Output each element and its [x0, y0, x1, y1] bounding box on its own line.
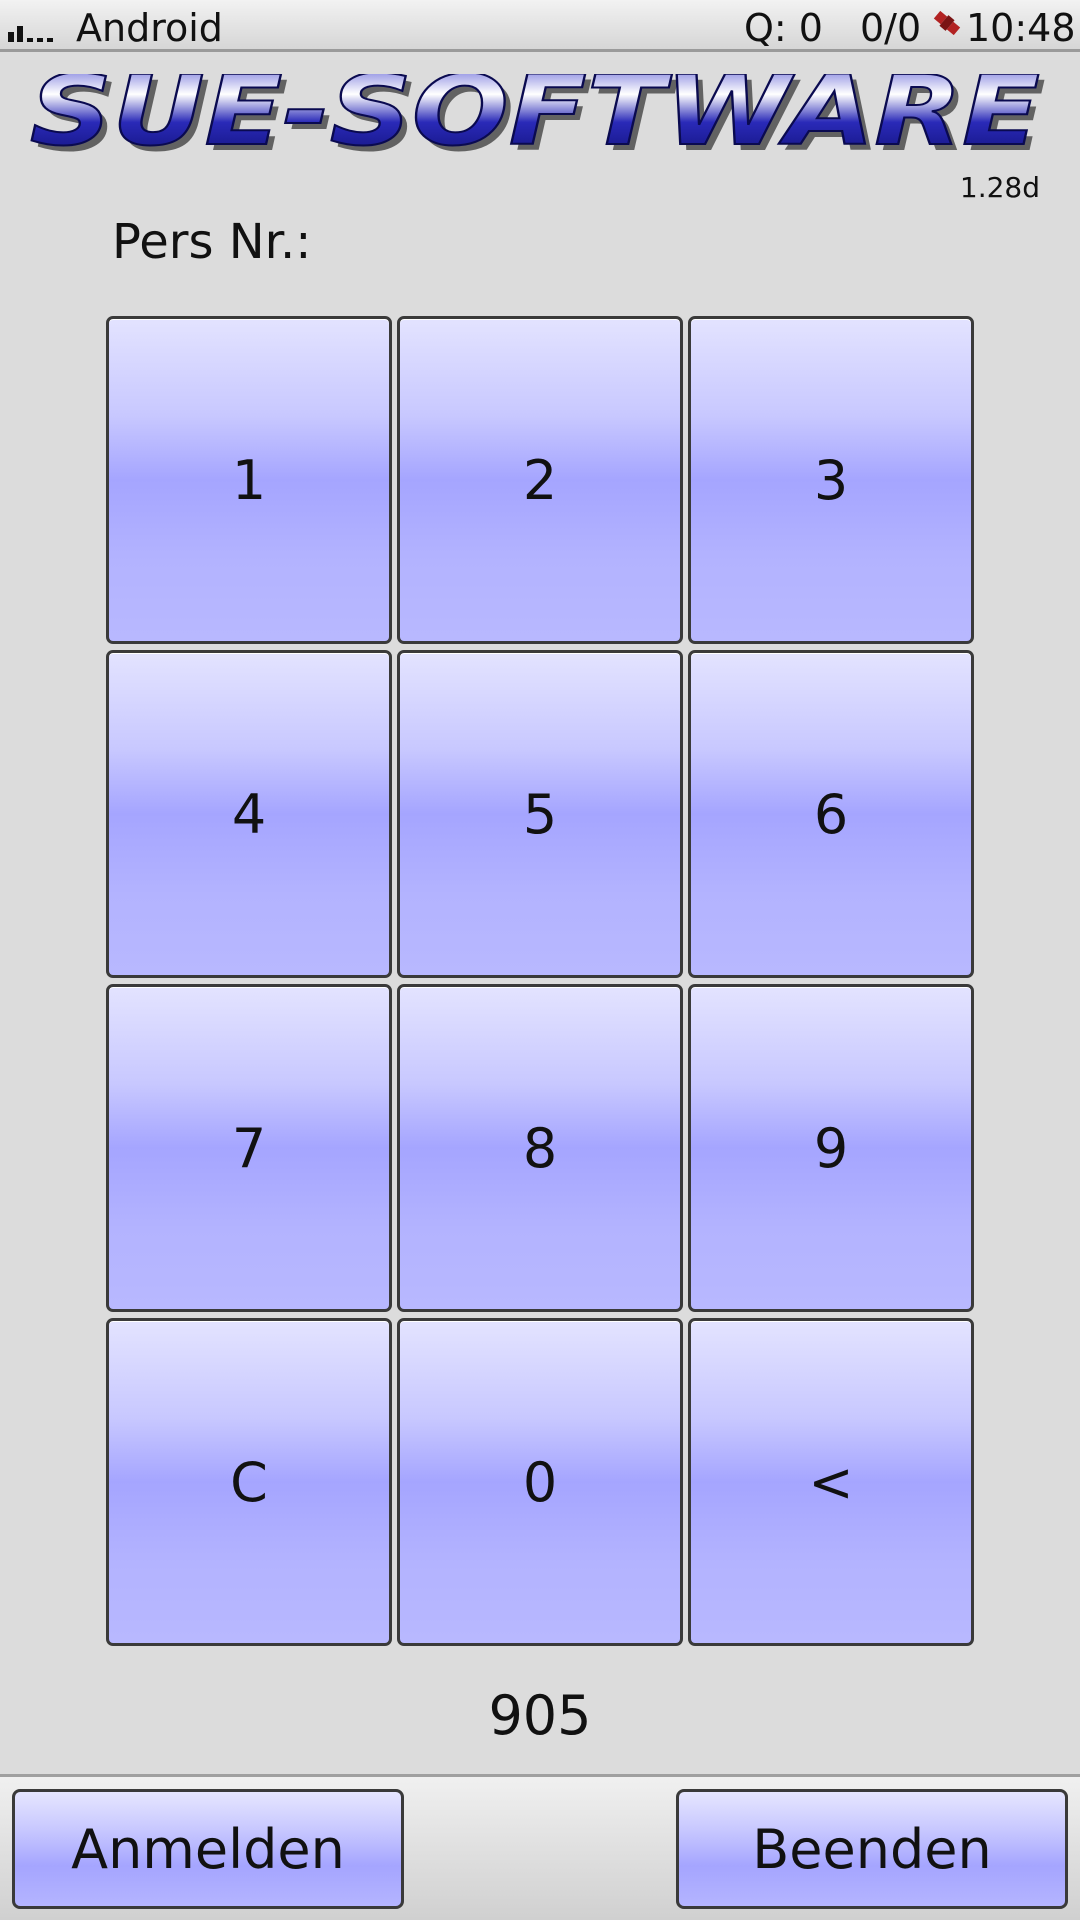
- key-4[interactable]: 4: [106, 650, 392, 978]
- action-bar: Anmelden Beenden: [0, 1774, 1080, 1920]
- exit-button[interactable]: Beenden: [676, 1789, 1068, 1909]
- key-9[interactable]: 9: [688, 984, 974, 1312]
- key-0[interactable]: 0: [397, 1318, 683, 1646]
- personnel-number-label: Pers Nr.:: [112, 214, 312, 270]
- key-6[interactable]: 6: [688, 650, 974, 978]
- numeric-keypad: 1 2 3 4 5 6 7 8 9 C 0 <: [106, 316, 974, 1652]
- backspace-key[interactable]: <: [688, 1318, 974, 1646]
- brand-logo: SUE-SOFTWARE SUE-SOFTWARE: [30, 74, 1046, 160]
- satellite-icon: [933, 10, 961, 36]
- key-7[interactable]: 7: [106, 984, 392, 1312]
- sync-ratio: 0/0: [860, 6, 922, 50]
- clock: 10:48: [966, 6, 1076, 50]
- logo-text: SUE-SOFTWARE: [30, 74, 1040, 160]
- key-5[interactable]: 5: [397, 650, 683, 978]
- carrier-name: Android: [76, 6, 223, 50]
- key-3[interactable]: 3: [688, 316, 974, 644]
- clear-key[interactable]: C: [106, 1318, 392, 1646]
- entered-number-display: 905: [488, 1684, 592, 1747]
- signal-bars-icon: [8, 26, 53, 42]
- status-bar: Android Q: 0 0/0 10:48: [0, 0, 1080, 52]
- login-button[interactable]: Anmelden: [12, 1789, 404, 1909]
- key-8[interactable]: 8: [397, 984, 683, 1312]
- key-2[interactable]: 2: [397, 316, 683, 644]
- queue-count: Q: 0: [744, 6, 823, 50]
- key-1[interactable]: 1: [106, 316, 392, 644]
- app-version: 1.28d: [959, 171, 1040, 204]
